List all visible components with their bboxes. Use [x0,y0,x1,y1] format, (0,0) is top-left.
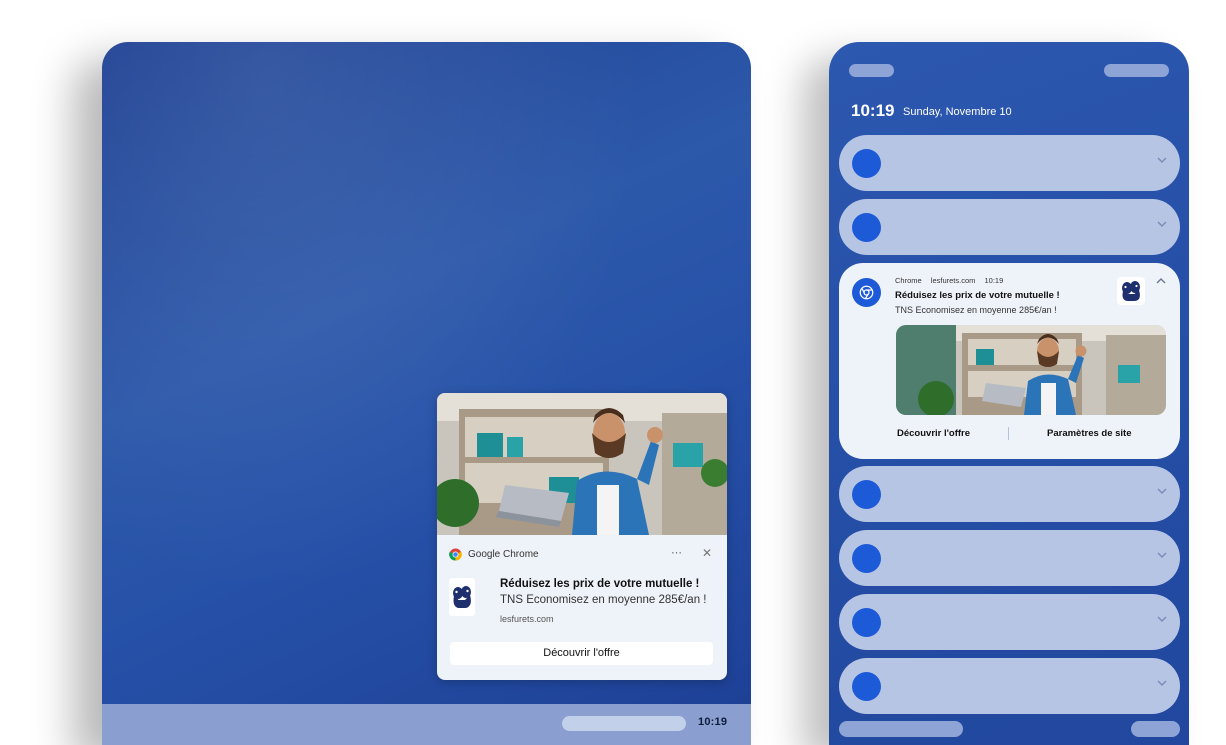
notification-body: TNS Economisez en moyenne 285€/an ! [895,305,1057,315]
chevron-down-icon[interactable] [1155,153,1169,167]
chevron-up-icon[interactable] [1154,274,1168,288]
phone-time: 10:19 [851,101,895,120]
more-horizontal-icon[interactable]: ⋯ [671,546,682,559]
chevron-down-icon[interactable] [1155,676,1169,690]
toast-body: TNS Economisez en moyenne 285€/an ! [500,594,707,606]
desktop-screen: Google Chrome ⋯ ✕ Réduisez les prix de v… [102,42,751,745]
phone-screen: 10:19 Sunday, Novembre 10 Chrome lesfure… [829,42,1189,745]
action-divider [1008,427,1009,440]
lesfurets-logo-icon [449,578,475,616]
app-icon-placeholder [852,672,881,701]
app-icon-placeholder [852,544,881,573]
lesfurets-logo-icon [1117,277,1145,305]
app-icon-placeholder [852,608,881,637]
toast-domain: lesfurets.com [500,614,554,624]
collapsed-notification[interactable] [839,530,1180,586]
chrome-icon [859,285,874,300]
bottom-bar-right-placeholder[interactable] [1131,721,1180,737]
toast-app-name: Google Chrome [468,549,539,560]
notification-meta: Chrome lesfurets.com 10:19 [895,276,1010,285]
site-settings-action[interactable]: Paramètres de site [1047,428,1132,439]
phone-date: Sunday, Novembre 10 [903,106,1012,118]
collapsed-notification[interactable] [839,594,1180,650]
status-bar-right-placeholder [1104,64,1169,77]
toast-title: Réduisez les prix de votre mutuelle ! [500,578,700,590]
app-icon-placeholder [852,213,881,242]
chevron-down-icon[interactable] [1155,217,1169,231]
chevron-down-icon[interactable] [1155,484,1169,498]
chevron-down-icon[interactable] [1155,612,1169,626]
notification-app: Chrome [895,276,922,285]
discover-offer-action[interactable]: Découvrir l'offre [897,428,970,439]
collapsed-notification[interactable] [839,135,1180,191]
bottom-bar-left-placeholder[interactable] [839,721,963,737]
notification-title: Réduisez les prix de votre mutuelle ! [895,290,1060,301]
hero-image [437,393,727,535]
notification-domain: lesfurets.com [930,276,976,285]
chrome-toast-notification[interactable]: Google Chrome ⋯ ✕ Réduisez les prix de v… [437,393,727,680]
status-bar-left-placeholder [849,64,894,77]
taskbar: 10:19 [102,704,751,745]
notification-hero-image [896,325,1166,415]
app-icon-placeholder [852,480,881,509]
taskbar-clock[interactable]: 10:19 [698,716,727,728]
close-icon[interactable]: ✕ [702,546,712,560]
chrome-icon [449,548,462,561]
discover-offer-button[interactable]: Découvrir l'offre [450,642,713,665]
collapsed-notification[interactable] [839,466,1180,522]
notification-time: 10:19 [984,276,1004,285]
expanded-chrome-notification[interactable]: Chrome lesfurets.com 10:19 Réduisez les … [839,263,1180,459]
chevron-down-icon[interactable] [1155,548,1169,562]
taskbar-search-placeholder[interactable] [562,716,686,731]
chrome-app-badge [852,278,881,307]
collapsed-notification[interactable] [839,199,1180,255]
toast-header: Google Chrome ⋯ ✕ [449,546,715,562]
collapsed-notification[interactable] [839,658,1180,714]
app-icon-placeholder [852,149,881,178]
